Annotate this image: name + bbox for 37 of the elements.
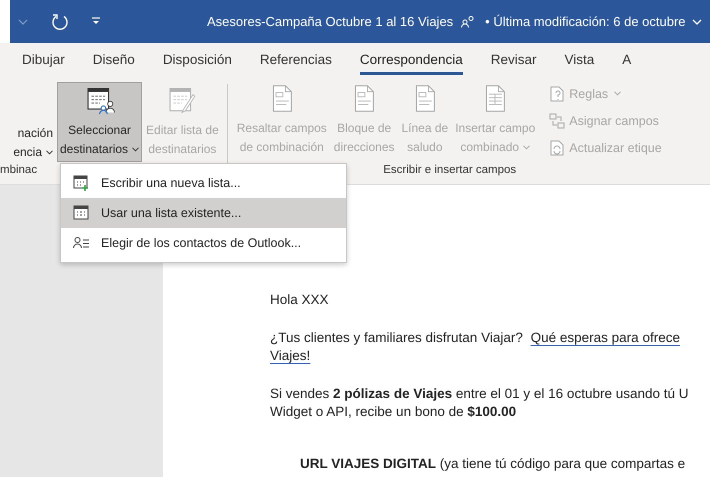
ribbon-tab[interactable]: Diseño — [92, 46, 135, 75]
document-title: Asesores-Campaña Octubre 1 al 16 Viajes — [207, 14, 454, 29]
rules-icon — [549, 86, 566, 102]
ribbon-tab[interactable]: A — [622, 46, 632, 75]
match-fields-icon — [549, 112, 566, 128]
menu-item[interactable]: Usar una lista existente... — [61, 198, 346, 228]
last-modified-status: • Última modificación: 6 de octubre — [485, 14, 686, 29]
menu-item[interactable]: Elegir de los contactos de Outlook... — [61, 228, 346, 258]
link[interactable]: Qué esperas para ofrece — [530, 330, 680, 345]
people-icon[interactable] — [461, 16, 476, 28]
caret-icon — [523, 145, 530, 150]
table-icon — [73, 205, 89, 221]
body-text: Hola XXX — [270, 292, 329, 307]
ribbon-tab[interactable]: Revisar — [490, 46, 536, 75]
ribbon-button[interactable]: nación encia — [0, 80, 56, 160]
caret-icon — [46, 150, 53, 155]
table-add-icon — [73, 175, 89, 191]
customize-toolbar-icon[interactable] — [90, 16, 102, 26]
ribbon-group-label: Escribir e insertar campos — [383, 164, 516, 176]
menu-item[interactable]: Escribir una nueva lista... — [61, 168, 346, 198]
ribbon-group-label: mbinac — [0, 164, 38, 176]
refresh-document-icon — [549, 140, 566, 156]
caret-icon — [614, 91, 622, 96]
ribbon-tab[interactable]: Dibujar — [22, 46, 65, 75]
body-text: URL VIAJES DIGITAL (ya tiene tú código para que compartas e — [300, 456, 686, 471]
contacts-icon — [73, 235, 89, 251]
body-text: ¿Tus clientes y familiares disfrutan Viajar? — [270, 330, 523, 345]
ribbon-tab[interactable]: Disposición — [162, 46, 232, 75]
redo-icon[interactable] — [50, 12, 70, 32]
body-text: Widget o API, recibe un bono de $100.00 — [270, 404, 516, 419]
body-text: Si vendes 2 pólizas de Viajes entre el 01 y el 16 octubre usando tú U — [270, 386, 689, 401]
ribbon-tab[interactable]: Vista — [564, 46, 594, 75]
caret-icon — [132, 147, 140, 152]
ribbon-tab[interactable]: Correspondencia — [360, 46, 463, 75]
link[interactable]: Viajes! — [270, 348, 310, 363]
ribbon-tab[interactable]: Referencias — [260, 46, 332, 75]
ribbon-button[interactable]: Seleccionar destinatarios — [57, 82, 142, 162]
